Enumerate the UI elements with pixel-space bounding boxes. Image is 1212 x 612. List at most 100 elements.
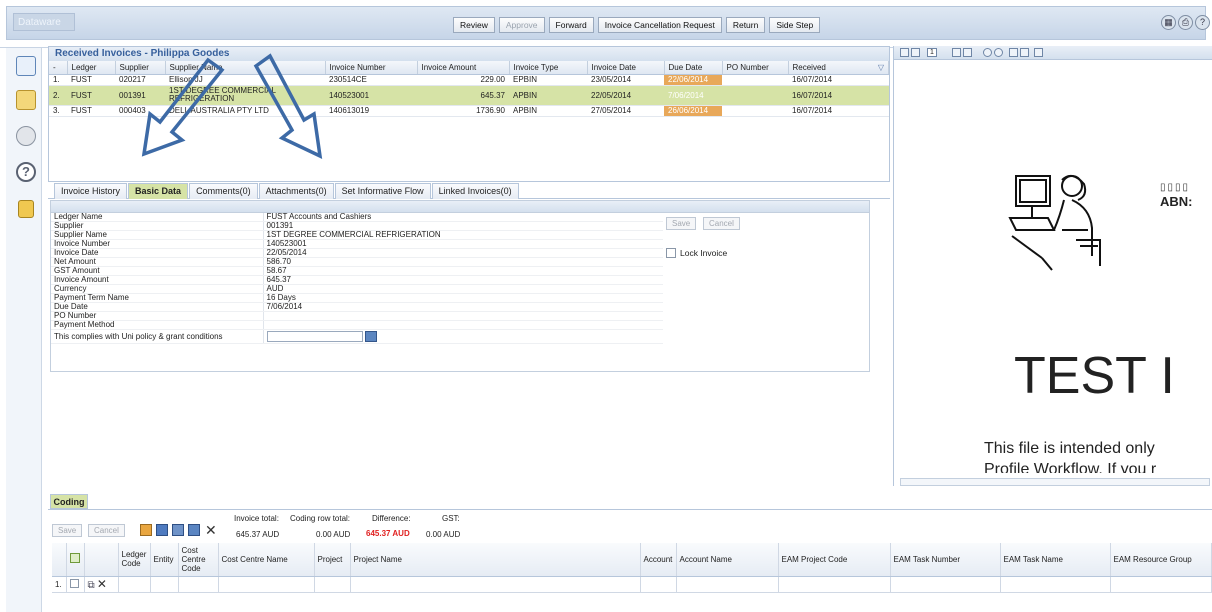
cost-centre-code-cell[interactable] — [178, 576, 219, 593]
field-value — [263, 311, 663, 321]
annotation-arrows — [141, 53, 323, 159]
rotate-right-icon[interactable] — [1020, 48, 1029, 57]
field-row: Net Amount 586.70 — [51, 257, 663, 267]
ledger-code-cell[interactable] — [118, 576, 151, 593]
eam-resource-group-cell[interactable] — [1110, 576, 1212, 593]
prev-page-icon[interactable] — [911, 48, 920, 57]
project-cell[interactable] — [314, 576, 351, 593]
copy-row-icon[interactable]: ⧉ — [88, 580, 95, 591]
add-row-icon[interactable] — [140, 524, 152, 536]
side-step-button[interactable]: Side Step — [769, 17, 821, 33]
field-row: Invoice Amount 645.37 — [51, 275, 663, 285]
column-header[interactable]: EAM Task Name — [1000, 543, 1111, 577]
print-icon[interactable] — [1034, 48, 1043, 57]
column-header[interactable]: Invoice Type — [509, 61, 588, 75]
row-checkbox-icon[interactable] — [69, 578, 79, 588]
edit-row-icon[interactable] — [172, 524, 184, 536]
help-icon[interactable]: ? — [1195, 15, 1210, 30]
account-cell[interactable] — [640, 576, 677, 593]
field-row: This complies with Uni policy & grant co… — [51, 329, 663, 344]
coding-save-button[interactable]: Save — [52, 524, 83, 537]
settings-icon[interactable] — [16, 126, 36, 146]
eam-task-number-cell[interactable] — [890, 576, 1001, 593]
delete-row-icon[interactable]: ✕ — [205, 522, 217, 539]
column-header[interactable]: EAM Resource Group — [1110, 543, 1212, 577]
entity-cell[interactable] — [150, 576, 179, 593]
page-number-input[interactable]: 1 — [927, 48, 937, 57]
detail-tabs: Invoice History Basic Data Comments(0) A… — [48, 183, 890, 199]
column-header[interactable]: Account — [640, 543, 677, 577]
coding-row[interactable]: 1. ⧉ ✕ — [52, 576, 1212, 593]
column-header[interactable]: PO Number — [722, 61, 789, 75]
field-value: 1ST DEGREE COMMERCIAL REFRIGERATION — [263, 230, 663, 240]
actions-header — [84, 543, 119, 577]
column-header[interactable]: Account Name — [676, 543, 779, 577]
select-all-header — [66, 543, 85, 577]
tab-invoice-history[interactable]: Invoice History — [54, 183, 128, 199]
due-date-cell: 26/06/2014 — [664, 105, 722, 117]
select-all-checkbox-icon[interactable] — [69, 553, 80, 564]
column-header[interactable]: - — [49, 61, 68, 75]
key-icon[interactable] — [18, 200, 34, 218]
inbox-icon[interactable] — [16, 90, 36, 110]
coding-cancel-button[interactable]: Cancel — [88, 524, 125, 537]
invoice-total-label: Invoice total: — [234, 514, 279, 523]
column-header[interactable]: Received ▽ — [788, 61, 889, 75]
preview-horizontal-scrollbar[interactable] — [900, 478, 1210, 486]
first-page-icon[interactable] — [900, 48, 909, 57]
coding-row-total-label: Coding row total: — [290, 514, 351, 523]
column-header[interactable]: Project — [314, 543, 351, 577]
basic-data-header — [51, 201, 869, 213]
column-header[interactable]: Cost Centre Code — [178, 543, 219, 577]
help-icon[interactable]: ? — [16, 162, 36, 182]
column-header[interactable]: Invoice Amount — [417, 61, 510, 75]
return-button[interactable]: Return — [725, 17, 766, 33]
tab-basic-data[interactable]: Basic Data — [128, 183, 189, 199]
last-page-icon[interactable] — [963, 48, 972, 57]
field-row: Payment Method — [51, 320, 663, 330]
tab-attachments[interactable]: Attachments(0) — [258, 183, 334, 199]
policy-input[interactable] — [266, 331, 363, 342]
column-header[interactable]: EAM Task Number — [890, 543, 1001, 577]
app-logo: Dataware — [13, 13, 75, 31]
print-icon[interactable]: ⎙ — [1178, 15, 1193, 30]
zoom-in-icon[interactable] — [983, 48, 992, 57]
filter-icon[interactable]: ▽ — [878, 63, 884, 72]
eam-project-code-cell[interactable] — [778, 576, 891, 593]
tab-linked-invoices[interactable]: Linked Invoices(0) — [431, 183, 519, 199]
column-header[interactable]: Ledger Code — [118, 543, 151, 577]
approve-button[interactable]: Approve — [498, 17, 545, 33]
lookup-button-icon[interactable] — [364, 331, 377, 342]
split-row-icon[interactable] — [156, 524, 168, 536]
tab-coding[interactable]: Coding — [50, 494, 88, 509]
tab-comments[interactable]: Comments(0) — [189, 183, 258, 199]
due-date-cell: 7/06/2014 — [664, 85, 722, 106]
column-header[interactable]: Invoice Date — [587, 61, 665, 75]
received-header-label: Received — [792, 62, 826, 72]
column-header[interactable]: Due Date — [664, 61, 723, 75]
column-header[interactable]: Cost Centre Name — [218, 543, 315, 577]
difference-value: 645.37 AUD — [366, 529, 410, 538]
column-header[interactable]: EAM Project Code — [778, 543, 891, 577]
lock-invoice-checkbox[interactable] — [666, 248, 676, 258]
invoice-list-icon[interactable] — [16, 56, 36, 76]
review-button[interactable]: Review — [453, 17, 495, 33]
column-header[interactable]: Ledger — [67, 61, 116, 75]
preview-title: TEST I — [1014, 347, 1175, 405]
basic-cancel-button[interactable]: Cancel — [703, 217, 740, 230]
zoom-out-icon[interactable] — [994, 48, 1003, 57]
field-value: 58.67 — [263, 266, 663, 276]
grid-icon[interactable]: ▦ — [1161, 15, 1176, 30]
basic-save-button[interactable]: Save — [666, 217, 697, 230]
invoice-type-cell: APBIN — [509, 105, 587, 117]
tab-set-informative-flow[interactable]: Set Informative Flow — [334, 183, 431, 199]
project-name-cell — [350, 576, 641, 593]
column-header[interactable]: Project Name — [350, 543, 641, 577]
column-header[interactable]: Entity — [150, 543, 179, 577]
forward-button[interactable]: Forward — [548, 17, 594, 33]
next-page-icon[interactable] — [952, 48, 961, 57]
invoice-cancellation-request-button[interactable]: Invoice Cancellation Request — [597, 17, 722, 33]
rotate-left-icon[interactable] — [1009, 48, 1018, 57]
save-row-icon[interactable] — [188, 524, 200, 536]
remove-row-icon[interactable]: ✕ — [97, 577, 107, 591]
